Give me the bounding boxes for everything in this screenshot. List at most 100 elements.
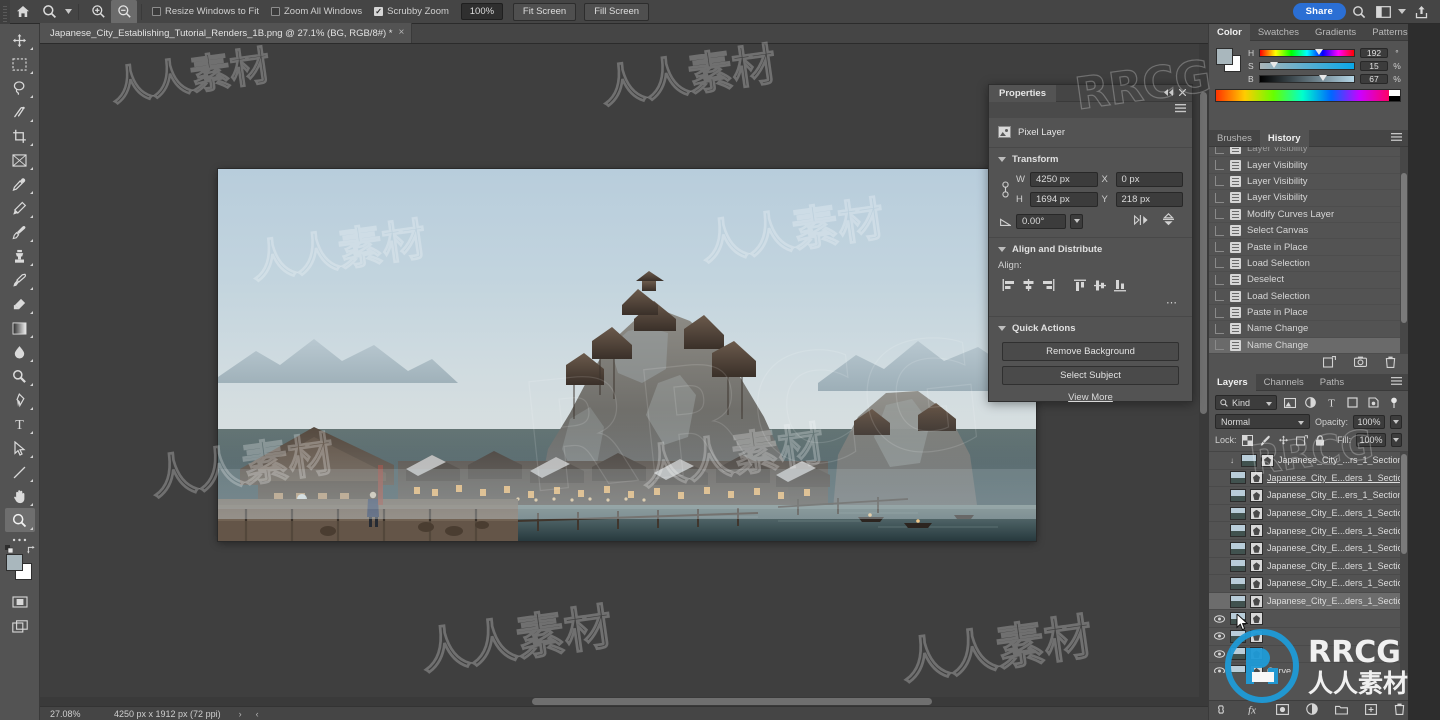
- adjustment-filter-icon[interactable]: [1303, 395, 1319, 410]
- frame-tool[interactable]: [5, 148, 35, 172]
- color-panel-swatches[interactable]: [1215, 48, 1241, 72]
- x-input[interactable]: 0 px: [1115, 172, 1183, 187]
- history-item[interactable]: Modify Curves Layer: [1209, 207, 1408, 223]
- create-document-icon[interactable]: [1322, 355, 1336, 371]
- align-vertical-centers-icon[interactable]: [1090, 277, 1110, 293]
- eyedropper-tool[interactable]: [5, 172, 35, 196]
- artboard[interactable]: [218, 169, 1036, 541]
- layer-visibility-toggle[interactable]: [1213, 665, 1226, 673]
- object-selection-tool[interactable]: [5, 100, 35, 124]
- layer-style-fx-icon[interactable]: fx: [1245, 704, 1259, 718]
- eraser-tool[interactable]: [5, 292, 35, 316]
- layer-visibility-toggle[interactable]: [1213, 507, 1226, 519]
- filter-toggle-icon[interactable]: [1386, 395, 1402, 410]
- checkbox-scrubby-zoom[interactable]: Scrubby Zoom: [374, 6, 449, 17]
- checkbox-box[interactable]: [374, 7, 384, 16]
- foreground-color-swatch[interactable]: [1216, 48, 1233, 65]
- layer-thumbnail[interactable]: [1230, 664, 1246, 673]
- angle-input[interactable]: 0.00°: [1016, 213, 1066, 229]
- align-left-edges-icon[interactable]: [998, 277, 1018, 293]
- layer-name[interactable]: Japanese_City_E...ders_1_Section1: [1267, 596, 1408, 606]
- saturation-slider[interactable]: [1259, 61, 1355, 70]
- layer-thumbnail[interactable]: [1230, 506, 1246, 520]
- document-tab[interactable]: Japanese_City_Establishing_Tutorial_Rend…: [40, 23, 413, 43]
- zoom-out-icon[interactable]: [111, 0, 137, 24]
- spot-healing-brush-tool[interactable]: [5, 196, 35, 220]
- chevron-down-icon[interactable]: [998, 157, 1006, 162]
- width-field-group[interactable]: W 4250 px: [1016, 172, 1098, 187]
- panel-menu-icon[interactable]: [1391, 132, 1408, 144]
- layer-thumbnail[interactable]: [1230, 612, 1246, 626]
- type-tool[interactable]: T: [5, 412, 35, 436]
- history-list[interactable]: Layer Visibility Layer Visibility Layer …: [1209, 147, 1408, 354]
- view-more-link[interactable]: View More: [989, 385, 1192, 403]
- history-item[interactable]: Paste in Place: [1209, 239, 1408, 256]
- shape-filter-icon[interactable]: [1344, 395, 1360, 410]
- layer-row[interactable]: [1209, 628, 1408, 646]
- history-item[interactable]: Layer Visibility: [1209, 174, 1408, 191]
- scrollbar-thumb[interactable]: [1200, 92, 1207, 414]
- scrollbar-thumb[interactable]: [1401, 173, 1407, 323]
- layer-thumbnail[interactable]: [1230, 488, 1246, 502]
- layer-visibility-toggle[interactable]: [1213, 630, 1226, 642]
- chevron-down-icon[interactable]: [998, 326, 1006, 331]
- lock-position-icon[interactable]: [1277, 433, 1290, 447]
- layer-name[interactable]: Japanese_City_...rs_1_Section8: [1278, 455, 1408, 465]
- width-input[interactable]: 4250 px: [1030, 172, 1098, 187]
- layer-name[interactable]: Japanese_City_E...ders_1_Section7: [1267, 473, 1408, 483]
- checkbox-box[interactable]: [152, 7, 161, 16]
- history-item[interactable]: Layer Visibility: [1209, 190, 1408, 207]
- history-brush-tool[interactable]: [5, 268, 35, 292]
- saturation-slider-row[interactable]: S 15 %: [1248, 60, 1401, 71]
- smart-object-filter-icon[interactable]: [1365, 395, 1381, 410]
- layer-mask-thumbnail[interactable]: [1250, 559, 1263, 573]
- angle-chevron-down-icon[interactable]: [1070, 213, 1083, 229]
- remove-background-button[interactable]: Remove Background: [1002, 342, 1179, 361]
- pixel-filter-icon[interactable]: [1282, 395, 1298, 410]
- layer-name[interactable]: Curve: [1267, 666, 1291, 673]
- lock-artboard-icon[interactable]: [1295, 433, 1308, 447]
- add-mask-icon[interactable]: [1275, 703, 1289, 718]
- close-icon[interactable]: ×: [399, 28, 405, 38]
- canvas-horizontal-scrollbar[interactable]: [40, 697, 1199, 706]
- layer-thumbnail[interactable]: [1230, 559, 1246, 573]
- share-export-icon[interactable]: [1410, 1, 1432, 23]
- history-item[interactable]: Select Canvas: [1209, 223, 1408, 240]
- tab-properties[interactable]: Properties: [989, 84, 1056, 102]
- layer-name[interactable]: Japanese_City_E...ders_1_Section5: [1267, 526, 1408, 536]
- layer-row-selected[interactable]: Japanese_City_E...ders_1_Section1: [1209, 592, 1408, 611]
- layer-thumbnail[interactable]: [1230, 629, 1246, 643]
- crop-tool[interactable]: [5, 124, 35, 148]
- zoom-tool-icon[interactable]: [36, 0, 62, 24]
- hue-value[interactable]: 192: [1360, 47, 1388, 58]
- layer-visibility-toggle[interactable]: [1213, 542, 1226, 554]
- history-item-selected[interactable]: Name Change: [1209, 337, 1408, 354]
- color-swatches[interactable]: [4, 545, 35, 582]
- quick-mask-icon[interactable]: [5, 590, 35, 614]
- fill-chevron-down-icon[interactable]: [1390, 433, 1403, 447]
- link-layers-icon[interactable]: [1214, 704, 1228, 717]
- chevron-down-icon[interactable]: [1297, 417, 1304, 427]
- layer-visibility-toggle[interactable]: [1213, 472, 1226, 484]
- transform-section-title[interactable]: Transform: [989, 148, 1192, 168]
- tab-brushes[interactable]: Brushes: [1209, 130, 1260, 147]
- gradient-tool[interactable]: [5, 316, 35, 340]
- flip-vertical-icon[interactable]: [1162, 213, 1175, 229]
- layer-mask-thumbnail[interactable]: [1250, 629, 1263, 643]
- tab-paths[interactable]: Paths: [1312, 374, 1352, 391]
- zoom-tool[interactable]: [4, 508, 35, 532]
- layer-thumbnail[interactable]: [1230, 471, 1246, 485]
- rectangular-marquee-tool[interactable]: [5, 52, 35, 76]
- screen-mode-icon[interactable]: [5, 614, 35, 638]
- layer-mask-thumbnail[interactable]: [1250, 541, 1263, 555]
- layer-thumbnail[interactable]: [1230, 541, 1246, 555]
- tab-channels[interactable]: Channels: [1256, 374, 1312, 391]
- history-item[interactable]: Layer Visibility: [1209, 157, 1408, 174]
- align-top-edges-icon[interactable]: [1070, 277, 1090, 293]
- history-scrollbar[interactable]: [1400, 147, 1408, 354]
- tool-preset-chevron-down-icon[interactable]: [62, 0, 74, 24]
- layer-visibility-toggle[interactable]: [1213, 595, 1226, 607]
- layer-name[interactable]: Japanese_City_E...ders_1_Section3: [1267, 561, 1408, 571]
- new-group-icon[interactable]: [1334, 704, 1348, 718]
- layer-visibility-toggle[interactable]: [1213, 454, 1226, 466]
